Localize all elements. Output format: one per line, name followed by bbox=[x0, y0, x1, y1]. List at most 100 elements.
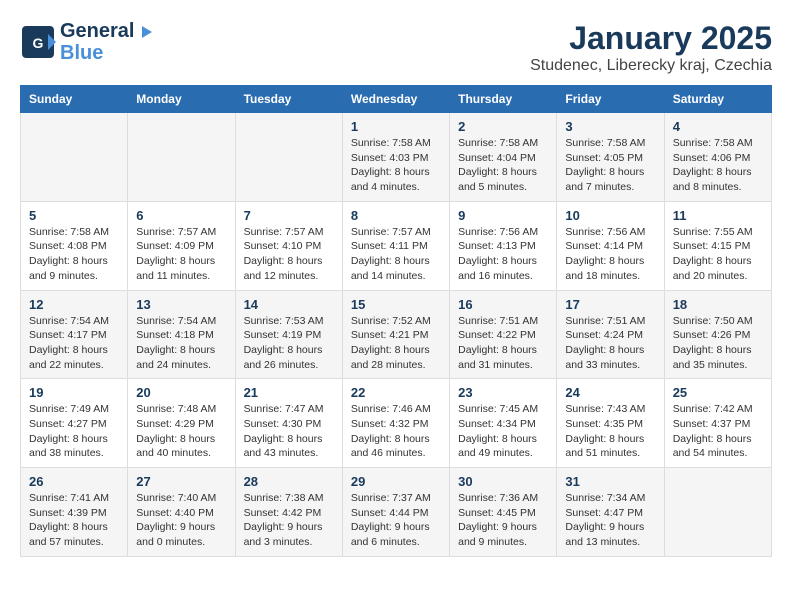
table-row bbox=[128, 113, 235, 202]
day-number: 26 bbox=[29, 474, 119, 489]
day-info: Sunrise: 7:34 AMSunset: 4:47 PMDaylight:… bbox=[565, 491, 655, 550]
day-number: 13 bbox=[136, 297, 226, 312]
svg-text:G: G bbox=[33, 35, 44, 51]
day-info: Sunrise: 7:53 AMSunset: 4:19 PMDaylight:… bbox=[244, 314, 334, 373]
table-row: 13Sunrise: 7:54 AMSunset: 4:18 PMDayligh… bbox=[128, 290, 235, 379]
day-number: 20 bbox=[136, 385, 226, 400]
table-row: 30Sunrise: 7:36 AMSunset: 4:45 PMDayligh… bbox=[450, 468, 557, 557]
calendar-table: Sunday Monday Tuesday Wednesday Thursday… bbox=[20, 85, 772, 557]
table-row: 26 Sunrise: 7:41 AMSunset: 4:39 PMDayligh… bbox=[21, 468, 128, 557]
day-number: 28 bbox=[244, 474, 334, 489]
table-row: 17 Sunrise: 7:51 AMSunset: 4:24 PMDayligh… bbox=[557, 290, 664, 379]
day-info: Sunrise: 7:49 AMSunset: 4:27 PMDaylight:… bbox=[29, 402, 119, 461]
day-number: 8 bbox=[351, 208, 441, 223]
day-number: 21 bbox=[244, 385, 334, 400]
day-number: 31 bbox=[565, 474, 655, 489]
day-info: Sunrise: 7:36 AMSunset: 4:45 PMDaylight:… bbox=[458, 491, 548, 550]
logo-text-blue: Blue bbox=[60, 42, 152, 64]
day-number: 16 bbox=[458, 297, 548, 312]
header-saturday: Saturday bbox=[664, 86, 771, 113]
day-info: Sunrise: 7:58 AMSunset: 4:06 PMDaylight:… bbox=[673, 136, 763, 195]
calendar-week-row: 5Sunrise: 7:58 AMSunset: 4:08 PMDaylight… bbox=[21, 201, 772, 290]
table-row: 22Sunrise: 7:46 AMSunset: 4:32 PMDayligh… bbox=[342, 379, 449, 468]
table-row: 11Sunrise: 7:55 AMSunset: 4:15 PMDayligh… bbox=[664, 201, 771, 290]
day-info: Sunrise: 7:50 AMSunset: 4:26 PMDaylight:… bbox=[673, 314, 763, 373]
calendar-title-section: January 2025 Studenec, Liberecky kraj, C… bbox=[530, 20, 772, 75]
day-number: 12 bbox=[29, 297, 119, 312]
header-monday: Monday bbox=[128, 86, 235, 113]
day-info: Sunrise: 7:51 AMSunset: 4:22 PMDaylight:… bbox=[458, 314, 548, 373]
day-info: Sunrise: 7:57 AMSunset: 4:09 PMDaylight:… bbox=[136, 225, 226, 284]
table-row: 29Sunrise: 7:37 AMSunset: 4:44 PMDayligh… bbox=[342, 468, 449, 557]
day-number: 24 bbox=[565, 385, 655, 400]
calendar-week-row: 26 Sunrise: 7:41 AMSunset: 4:39 PMDayligh… bbox=[21, 468, 772, 557]
day-info: Sunrise: 7:57 AMSunset: 4:10 PMDaylight:… bbox=[244, 225, 334, 284]
table-row: 28 Sunrise: 7:38 AMSunset: 4:42 PMDayligh… bbox=[235, 468, 342, 557]
header-thursday: Thursday bbox=[450, 86, 557, 113]
day-info: Sunrise: 7:56 AMSunset: 4:14 PMDaylight:… bbox=[565, 225, 655, 284]
table-row: 3Sunrise: 7:58 AMSunset: 4:05 PMDaylight… bbox=[557, 113, 664, 202]
day-info: Sunrise: 7:55 AMSunset: 4:15 PMDaylight:… bbox=[673, 225, 763, 284]
table-row bbox=[235, 113, 342, 202]
day-number: 4 bbox=[673, 119, 763, 134]
header-sunday: Sunday bbox=[21, 86, 128, 113]
table-row: 12 Sunrise: 7:54 AMSunset: 4:17 PMDayligh… bbox=[21, 290, 128, 379]
calendar-subtitle: Studenec, Liberecky kraj, Czechia bbox=[530, 57, 772, 75]
day-info: Sunrise: 7:58 AMSunset: 4:04 PMDaylight:… bbox=[458, 136, 548, 195]
table-row: 5Sunrise: 7:58 AMSunset: 4:08 PMDaylight… bbox=[21, 201, 128, 290]
table-row: 20 Sunrise: 7:48 AMSunset: 4:29 PMDayligh… bbox=[128, 379, 235, 468]
day-number: 18 bbox=[673, 297, 763, 312]
table-row: 15Sunrise: 7:52 AMSunset: 4:21 PMDayligh… bbox=[342, 290, 449, 379]
header-wednesday: Wednesday bbox=[342, 86, 449, 113]
day-info: Sunrise: 7:57 AMSunset: 4:11 PMDaylight:… bbox=[351, 225, 441, 284]
header-friday: Friday bbox=[557, 86, 664, 113]
table-row: 25 Sunrise: 7:42 AMSunset: 4:37 PMDayligh… bbox=[664, 379, 771, 468]
day-number: 5 bbox=[29, 208, 119, 223]
table-row: 18 Sunrise: 7:50 AMSunset: 4:26 PMDayligh… bbox=[664, 290, 771, 379]
table-row: 2 Sunrise: 7:58 AMSunset: 4:04 PMDaylight… bbox=[450, 113, 557, 202]
day-info: Sunrise: 7:41 AMSunset: 4:39 PMDaylight:… bbox=[29, 491, 119, 550]
day-number: 14 bbox=[244, 297, 334, 312]
header-tuesday: Tuesday bbox=[235, 86, 342, 113]
table-row: 27Sunrise: 7:40 AMSunset: 4:40 PMDayligh… bbox=[128, 468, 235, 557]
day-number: 19 bbox=[29, 385, 119, 400]
table-row: 7Sunrise: 7:57 AMSunset: 4:10 PMDaylight… bbox=[235, 201, 342, 290]
logo: G General Blue bbox=[20, 20, 152, 64]
table-row: 9 Sunrise: 7:56 AMSunset: 4:13 PMDaylight… bbox=[450, 201, 557, 290]
day-number: 10 bbox=[565, 208, 655, 223]
calendar-title: January 2025 bbox=[530, 20, 772, 57]
day-number: 2 bbox=[458, 119, 548, 134]
table-row: 8 Sunrise: 7:57 AMSunset: 4:11 PMDaylight… bbox=[342, 201, 449, 290]
table-row: 16 Sunrise: 7:51 AMSunset: 4:22 PMDayligh… bbox=[450, 290, 557, 379]
table-row: 6 Sunrise: 7:57 AMSunset: 4:09 PMDaylight… bbox=[128, 201, 235, 290]
calendar-header-row: Sunday Monday Tuesday Wednesday Thursday… bbox=[21, 86, 772, 113]
logo-icon: G bbox=[20, 24, 56, 60]
day-info: Sunrise: 7:54 AMSunset: 4:17 PMDaylight:… bbox=[29, 314, 119, 373]
table-row: 1 Sunrise: 7:58 AMSunset: 4:03 PMDaylight… bbox=[342, 113, 449, 202]
calendar-week-row: 12 Sunrise: 7:54 AMSunset: 4:17 PMDayligh… bbox=[21, 290, 772, 379]
table-row: 21 Sunrise: 7:47 AMSunset: 4:30 PMDayligh… bbox=[235, 379, 342, 468]
day-number: 17 bbox=[565, 297, 655, 312]
day-info: Sunrise: 7:52 AMSunset: 4:21 PMDaylight:… bbox=[351, 314, 441, 373]
day-number: 9 bbox=[458, 208, 548, 223]
day-number: 6 bbox=[136, 208, 226, 223]
day-info: Sunrise: 7:48 AMSunset: 4:29 PMDaylight:… bbox=[136, 402, 226, 461]
day-number: 1 bbox=[351, 119, 441, 134]
day-info: Sunrise: 7:38 AMSunset: 4:42 PMDaylight:… bbox=[244, 491, 334, 550]
table-row: 14 Sunrise: 7:53 AMSunset: 4:19 PMDayligh… bbox=[235, 290, 342, 379]
page-header: G General Blue January 2025 Studenec, Li… bbox=[20, 20, 772, 75]
day-info: Sunrise: 7:56 AMSunset: 4:13 PMDaylight:… bbox=[458, 225, 548, 284]
table-row: 24 Sunrise: 7:43 AMSunset: 4:35 PMDayligh… bbox=[557, 379, 664, 468]
day-info: Sunrise: 7:47 AMSunset: 4:30 PMDaylight:… bbox=[244, 402, 334, 461]
day-number: 25 bbox=[673, 385, 763, 400]
day-info: Sunrise: 7:51 AMSunset: 4:24 PMDaylight:… bbox=[565, 314, 655, 373]
table-row: 31 Sunrise: 7:34 AMSunset: 4:47 PMDayligh… bbox=[557, 468, 664, 557]
table-row: 23Sunrise: 7:45 AMSunset: 4:34 PMDayligh… bbox=[450, 379, 557, 468]
calendar-week-row: 19 Sunrise: 7:49 AMSunset: 4:27 PMDayligh… bbox=[21, 379, 772, 468]
day-info: Sunrise: 7:43 AMSunset: 4:35 PMDaylight:… bbox=[565, 402, 655, 461]
day-number: 22 bbox=[351, 385, 441, 400]
day-info: Sunrise: 7:58 AMSunset: 4:03 PMDaylight:… bbox=[351, 136, 441, 195]
day-info: Sunrise: 7:40 AMSunset: 4:40 PMDaylight:… bbox=[136, 491, 226, 550]
day-number: 3 bbox=[565, 119, 655, 134]
day-info: Sunrise: 7:42 AMSunset: 4:37 PMDaylight:… bbox=[673, 402, 763, 461]
